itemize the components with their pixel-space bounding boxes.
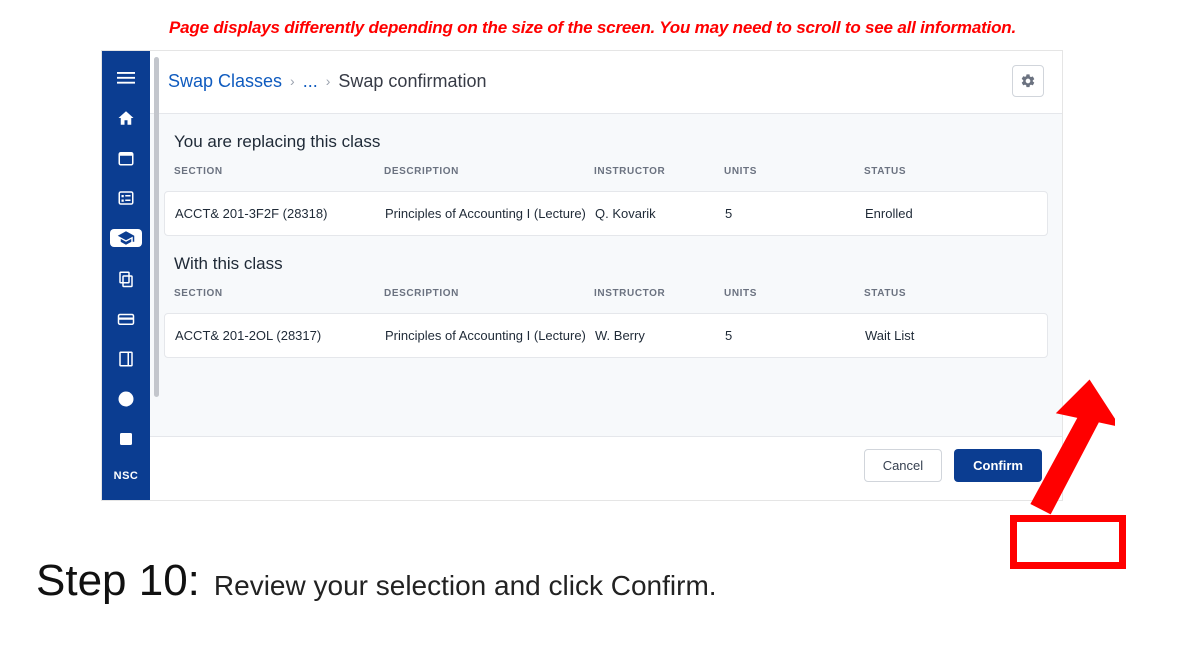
th-units: UNITS bbox=[724, 288, 864, 299]
breadcrumb: Swap Classes › ... › Swap confirmation bbox=[168, 71, 486, 92]
app-window: NSC Swap Classes › ... › Swap confirmati… bbox=[101, 50, 1063, 501]
cell-units: 5 bbox=[725, 328, 865, 343]
cancel-button[interactable]: Cancel bbox=[864, 449, 942, 482]
cell-description: Principles of Accounting I (Lecture) bbox=[385, 206, 595, 221]
table2-header: SECTION DESCRIPTION INSTRUCTOR UNITS STA… bbox=[150, 278, 1062, 313]
breadcrumb-bar: Swap Classes › ... › Swap confirmation bbox=[150, 51, 1062, 114]
th-description: DESCRIPTION bbox=[384, 288, 594, 299]
person-icon[interactable] bbox=[110, 430, 142, 448]
chevron-right-icon: › bbox=[326, 73, 331, 89]
with-this-title: With this class bbox=[150, 236, 1062, 278]
cell-instructor: W. Berry bbox=[595, 328, 725, 343]
sidebar-nsc-label[interactable]: NSC bbox=[114, 470, 139, 482]
breadcrumb-ellipsis[interactable]: ... bbox=[303, 71, 318, 92]
table1-header: SECTION DESCRIPTION INSTRUCTOR UNITS STA… bbox=[150, 156, 1062, 191]
info-icon[interactable] bbox=[110, 390, 142, 408]
th-section: SECTION bbox=[174, 288, 384, 299]
graduation-icon[interactable] bbox=[110, 229, 142, 247]
book-icon[interactable] bbox=[110, 350, 142, 368]
breadcrumb-root[interactable]: Swap Classes bbox=[168, 71, 282, 92]
breadcrumb-current: Swap confirmation bbox=[338, 71, 486, 92]
copy-icon[interactable] bbox=[110, 269, 142, 287]
cell-description: Principles of Accounting I (Lecture) bbox=[385, 328, 595, 343]
settings-button[interactable] bbox=[1012, 65, 1044, 97]
scrollbar[interactable] bbox=[154, 57, 159, 397]
home-icon[interactable] bbox=[110, 109, 142, 127]
gear-icon bbox=[1020, 73, 1036, 89]
main-panel: Swap Classes › ... › Swap confirmation Y… bbox=[150, 51, 1062, 500]
cell-section: ACCT& 201-3F2F (28318) bbox=[175, 206, 385, 221]
footer-actions: Cancel Confirm bbox=[150, 436, 1062, 500]
cell-instructor: Q. Kovarik bbox=[595, 206, 725, 221]
sidebar: NSC bbox=[102, 51, 150, 500]
th-units: UNITS bbox=[724, 166, 864, 177]
calendar-icon[interactable] bbox=[110, 149, 142, 167]
th-description: DESCRIPTION bbox=[384, 166, 594, 177]
th-section: SECTION bbox=[174, 166, 384, 177]
annotation-highlight-box bbox=[1010, 515, 1126, 569]
th-status: STATUS bbox=[864, 288, 1038, 299]
content-area: You are replacing this class SECTION DES… bbox=[150, 114, 1062, 500]
th-instructor: INSTRUCTOR bbox=[594, 288, 724, 299]
cell-status: Enrolled bbox=[865, 206, 1037, 221]
table-row[interactable]: ACCT& 201-2OL (28317) Principles of Acco… bbox=[164, 313, 1048, 358]
confirm-button[interactable]: Confirm bbox=[954, 449, 1042, 482]
step-text-post: . bbox=[709, 570, 717, 601]
step-text-bold: Confirm bbox=[611, 570, 709, 601]
step-label: Step 10: bbox=[36, 556, 200, 606]
cell-status: Wait List bbox=[865, 328, 1037, 343]
checklist-icon[interactable] bbox=[110, 189, 142, 207]
table-row[interactable]: ACCT& 201-3F2F (28318) Principles of Acc… bbox=[164, 191, 1048, 236]
step-text: Review your selection and click Confirm. bbox=[214, 570, 717, 602]
card-icon[interactable] bbox=[110, 310, 142, 328]
th-instructor: INSTRUCTOR bbox=[594, 166, 724, 177]
step-instruction: Step 10: Review your selection and click… bbox=[36, 556, 717, 606]
chevron-right-icon: › bbox=[290, 73, 295, 89]
step-text-pre: Review your selection and click bbox=[214, 570, 611, 601]
replacing-title: You are replacing this class bbox=[150, 114, 1062, 156]
menu-icon[interactable] bbox=[110, 69, 142, 87]
cell-section: ACCT& 201-2OL (28317) bbox=[175, 328, 385, 343]
th-status: STATUS bbox=[864, 166, 1038, 177]
cell-units: 5 bbox=[725, 206, 865, 221]
top-warning-text: Page displays differently depending on t… bbox=[0, 0, 1185, 50]
